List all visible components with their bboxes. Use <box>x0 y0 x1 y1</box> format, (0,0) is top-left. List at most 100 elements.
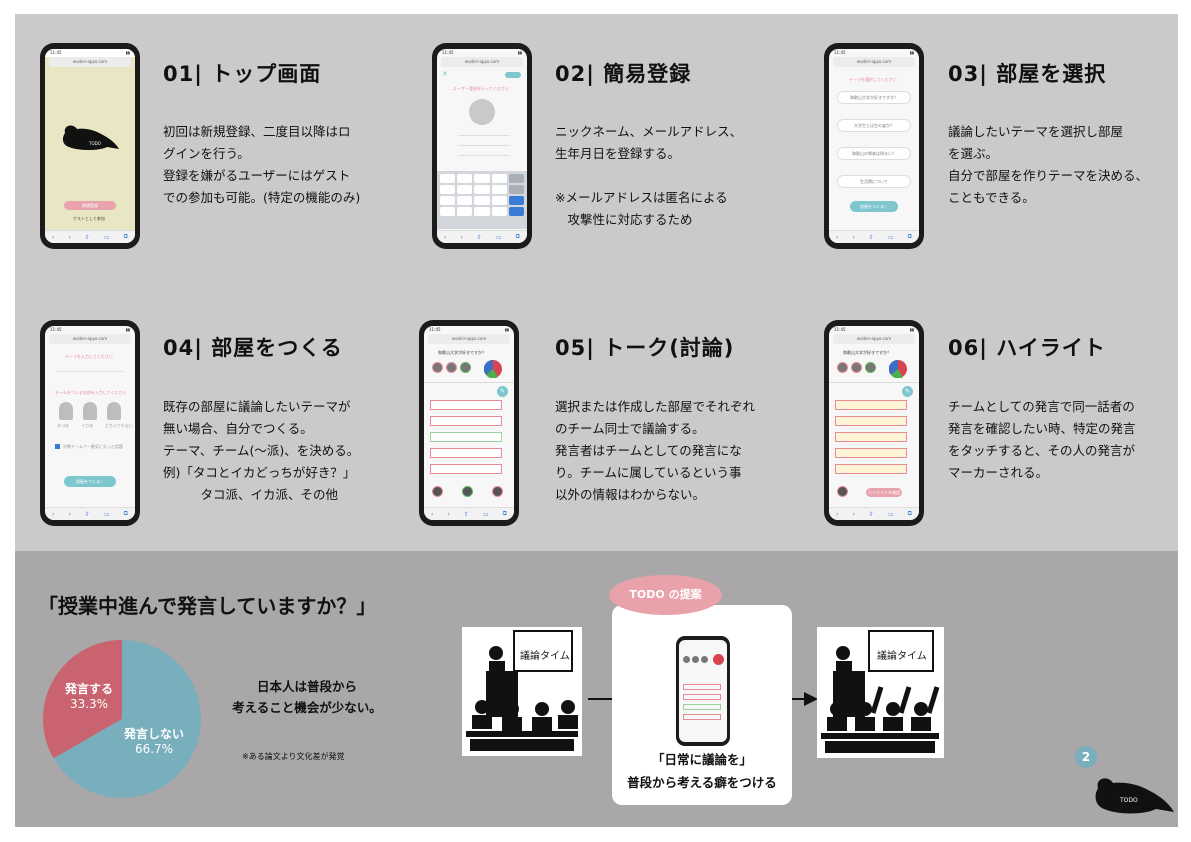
guest-link[interactable]: ゲストとして参加 <box>73 216 105 222</box>
bookmarks-icon[interactable]: ▭ <box>104 511 110 518</box>
speaker-avatar[interactable] <box>460 362 471 373</box>
highlighted-message[interactable] <box>835 400 907 410</box>
highlighted-message[interactable] <box>835 464 907 474</box>
speaker-avatar[interactable] <box>432 362 443 373</box>
edit-icon[interactable]: ✎ <box>902 386 913 397</box>
keyboard[interactable] <box>437 171 527 229</box>
email-field[interactable] <box>459 145 509 146</box>
team-avatar[interactable] <box>492 486 503 497</box>
bookmarks-icon[interactable]: ▭ <box>888 511 894 518</box>
forward-icon[interactable]: › <box>852 234 854 241</box>
forward-icon[interactable]: › <box>447 511 449 518</box>
key[interactable] <box>457 174 473 183</box>
key[interactable] <box>474 185 490 194</box>
back-icon[interactable]: ‹ <box>444 234 446 241</box>
highlighted-message[interactable] <box>835 448 907 458</box>
speaker-avatar[interactable] <box>837 362 848 373</box>
tabs-icon[interactable]: ⧉ <box>908 233 912 241</box>
bookmarks-icon[interactable]: ▭ <box>483 511 489 518</box>
create-room-button[interactable]: 部屋をつくる！ <box>64 476 116 487</box>
team-avatar-icon[interactable] <box>83 402 97 420</box>
message-bubble[interactable] <box>430 448 502 458</box>
forward-icon[interactable]: › <box>68 234 70 241</box>
theme-input[interactable] <box>57 364 123 372</box>
key[interactable] <box>491 196 507 205</box>
forward-icon[interactable]: › <box>460 234 462 241</box>
back-icon[interactable]: ‹ <box>836 511 838 518</box>
key[interactable] <box>474 196 490 205</box>
key[interactable] <box>491 207 507 216</box>
key[interactable] <box>474 174 490 183</box>
team-avatar-icon[interactable] <box>107 402 121 420</box>
close-icon[interactable]: ✕ <box>442 70 448 78</box>
back-icon[interactable]: ‹ <box>836 234 838 241</box>
team-avatar-icon[interactable] <box>59 402 73 420</box>
key[interactable] <box>508 196 524 205</box>
key[interactable] <box>457 196 473 205</box>
back-icon[interactable]: ‹ <box>431 511 433 518</box>
key[interactable] <box>491 185 507 194</box>
share-icon[interactable]: ⇧ <box>85 234 90 241</box>
back-icon[interactable]: ‹ <box>52 511 54 518</box>
url-bar[interactable]: wodeir-appo.com <box>49 57 131 67</box>
key[interactable] <box>440 196 456 205</box>
edit-icon[interactable]: ✎ <box>497 386 508 397</box>
nickname-field[interactable] <box>459 135 509 136</box>
key[interactable] <box>508 207 524 216</box>
speaker-avatar[interactable] <box>446 362 457 373</box>
url-bar[interactable]: wodeir-appo.com <box>441 57 523 67</box>
url-bar[interactable]: wodeir-appo.com <box>49 334 131 344</box>
share-icon[interactable]: ⇧ <box>869 511 874 518</box>
bookmarks-icon[interactable]: ▭ <box>496 234 502 241</box>
done-button[interactable] <box>505 72 521 78</box>
key[interactable] <box>440 185 456 194</box>
key[interactable] <box>440 174 456 183</box>
bookmarks-icon[interactable]: ▭ <box>104 234 110 241</box>
room-option[interactable]: 和歌山の将来は明るい？ <box>837 147 911 160</box>
highlighted-message[interactable] <box>835 432 907 442</box>
key[interactable] <box>508 185 524 194</box>
url-bar[interactable]: wodeir-appo.com <box>833 57 915 67</box>
tabs-icon[interactable]: ⧉ <box>124 510 128 518</box>
team-avatar[interactable] <box>462 486 473 497</box>
share-icon[interactable]: ⇧ <box>869 234 874 241</box>
share-icon[interactable]: ⇧ <box>464 511 469 518</box>
key[interactable] <box>457 185 473 194</box>
team-avatar[interactable] <box>432 486 443 497</box>
make-room-button[interactable]: 部屋をつくる！ <box>850 201 898 212</box>
speaker-avatar[interactable] <box>851 362 862 373</box>
forward-icon[interactable]: › <box>68 511 70 518</box>
message-bubble[interactable] <box>430 464 502 474</box>
room-option[interactable]: 生活費について <box>837 175 911 188</box>
url-bar[interactable]: wodeir-appo.com <box>833 334 915 344</box>
share-icon[interactable]: ⇧ <box>85 511 90 518</box>
forward-icon[interactable]: › <box>852 511 854 518</box>
tabs-icon[interactable]: ⧉ <box>908 510 912 518</box>
speaker-avatar[interactable] <box>865 362 876 373</box>
highlight-button[interactable]: ハイライトを確認 <box>866 488 902 497</box>
message-bubble[interactable] <box>430 432 502 442</box>
highlighted-message[interactable] <box>835 416 907 426</box>
key[interactable] <box>440 207 456 216</box>
bookmarks-icon[interactable]: ▭ <box>888 234 894 241</box>
avatar-placeholder[interactable] <box>469 99 495 125</box>
tabs-icon[interactable]: ⧉ <box>516 233 520 241</box>
room-option[interactable]: 和歌山大学が好きですか？ <box>837 91 911 104</box>
back-icon[interactable]: ‹ <box>52 234 54 241</box>
tabs-icon[interactable]: ⧉ <box>503 510 507 518</box>
todo-logo-text: TODO <box>89 141 101 146</box>
team-avatar[interactable] <box>837 486 848 497</box>
share-icon[interactable]: ⇧ <box>477 234 482 241</box>
key[interactable] <box>457 207 473 216</box>
birthday-field[interactable] <box>459 155 509 156</box>
room-option[interactable]: 大学生とは生の姿か？ <box>837 119 911 132</box>
url-bar[interactable]: wodeir-appo.com <box>428 334 510 344</box>
key[interactable] <box>474 207 490 216</box>
checkbox[interactable] <box>55 444 60 449</box>
register-button[interactable]: 新規登録 <box>64 201 116 210</box>
message-bubble[interactable] <box>430 400 502 410</box>
key[interactable] <box>508 174 524 183</box>
message-bubble[interactable] <box>430 416 502 426</box>
tabs-icon[interactable]: ⧉ <box>124 233 128 241</box>
key[interactable] <box>491 174 507 183</box>
